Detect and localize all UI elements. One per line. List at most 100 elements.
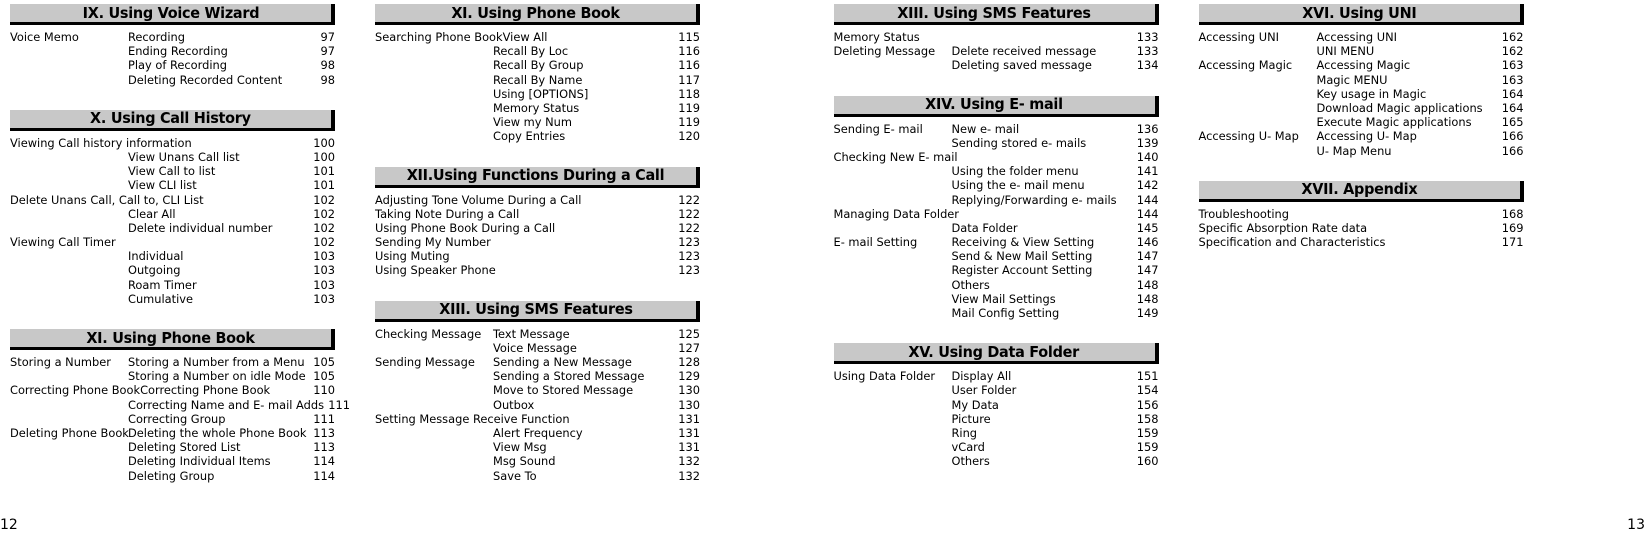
toc-entry[interactable]: Using [OPTIONS] 118 xyxy=(375,87,700,101)
toc-entry[interactable]: Data Folder 145 xyxy=(834,221,1159,235)
section-header-functions-during-call[interactable]: XII.Using Functions During a Call xyxy=(375,166,700,188)
toc-entry[interactable]: Individual 103 xyxy=(10,249,335,263)
toc-entry[interactable]: Roam Timer 103 xyxy=(10,278,335,292)
toc-entry[interactable]: Using the e- mail menu 142 xyxy=(834,178,1159,192)
toc-entry[interactable]: Checking New E- mail 140 xyxy=(834,150,1159,164)
toc-entry[interactable]: Alert Frequency 131 xyxy=(375,426,700,440)
toc-entry[interactable]: Deleting Stored List 113 xyxy=(10,440,335,454)
toc-entry[interactable]: Storing a Number Storing a Number from a … xyxy=(10,355,335,369)
toc-entry[interactable]: Deleting Message Delete received message 1… xyxy=(834,44,1159,58)
section-header-appendix[interactable]: XVII. Appendix xyxy=(1198,180,1524,202)
toc-entry[interactable]: View Call to list 101 xyxy=(10,164,335,178)
section-header-voice-wizard[interactable]: IX. Using Voice Wizard xyxy=(10,4,335,25)
toc-entry[interactable]: View Msg 131 xyxy=(375,440,700,454)
toc-entry[interactable]: Managing Data Folder 144 xyxy=(834,207,1159,221)
toc-entry[interactable]: Setting Message Receive Function 131 xyxy=(375,412,700,426)
toc-entry[interactable]: Viewing Call Timer 102 xyxy=(10,235,335,249)
toc-entry[interactable]: vCard 159 xyxy=(834,440,1159,454)
toc-entry[interactable]: Viewing Call history information 100 xyxy=(10,136,335,150)
toc-entry[interactable]: Execute Magic applications 165 xyxy=(1199,115,1524,129)
toc-entry[interactable]: Correcting Phone Book Correcting Phone Bo… xyxy=(10,383,335,397)
toc-entry[interactable]: Send & New Mail Setting 147 xyxy=(834,249,1159,263)
toc-entry[interactable]: Accessing Magic Accessing Magic 163 xyxy=(1199,58,1524,72)
toc-entry[interactable]: Deleting Group 114 xyxy=(10,469,335,483)
entry-page-number: 103 xyxy=(313,291,335,306)
toc-entry[interactable]: View Unans Call list 100 xyxy=(10,150,335,164)
toc-entry[interactable]: Ending Recording 97 xyxy=(10,44,335,58)
section-header-phone-book-right[interactable]: XI. Using Phone Book xyxy=(375,4,700,25)
toc-entry[interactable]: Key usage in Magic 164 xyxy=(1199,87,1524,101)
toc-entry[interactable]: Using Speaker Phone 123 xyxy=(375,263,700,277)
toc-entry[interactable]: Play of Recording 98 xyxy=(10,58,335,72)
section-header-data-folder[interactable]: XV. Using Data Folder xyxy=(833,343,1159,365)
toc-entry[interactable]: Specific Absorption Rate data 169 xyxy=(1199,221,1524,235)
toc-entry[interactable]: E- mail Setting Receiving & View Setting 1… xyxy=(834,235,1159,249)
toc-entry[interactable]: Others 160 xyxy=(834,454,1159,468)
toc-entry[interactable]: Using the folder menu 141 xyxy=(834,164,1159,178)
toc-entry[interactable]: Deleting Recorded Content 98 xyxy=(10,73,335,87)
toc-entry[interactable]: Others 148 xyxy=(834,278,1159,292)
toc-entry[interactable]: Recall By Loc 116 xyxy=(375,44,700,58)
toc-entry[interactable]: Deleting saved message 134 xyxy=(834,58,1159,72)
toc-entry[interactable]: Sending a Stored Message 129 xyxy=(375,369,700,383)
entry-page-number: 164 xyxy=(1501,86,1524,101)
toc-entry[interactable]: Using Phone Book During a Call 122 xyxy=(375,221,700,235)
toc-entry[interactable]: Storing a Number on idle Mode 105 xyxy=(10,369,335,383)
toc-entry[interactable]: Sending stored e- mails 139 xyxy=(834,136,1159,150)
toc-entry[interactable]: Sending My Number 123 xyxy=(375,235,700,249)
toc-entry[interactable]: User Folder 154 xyxy=(834,383,1159,397)
toc-entry[interactable]: Download Magic applications 164 xyxy=(1199,101,1524,115)
toc-entry[interactable]: Mail Config Setting 149 xyxy=(834,306,1159,320)
toc-entry[interactable]: Checking Message Text Message 125 xyxy=(375,327,700,341)
toc-entry[interactable]: UNI MENU 162 xyxy=(1199,44,1524,58)
toc-entry[interactable]: View Mail Settings 148 xyxy=(834,292,1159,306)
toc-entry[interactable]: View CLI list 101 xyxy=(10,178,335,192)
toc-entry[interactable]: Picture 158 xyxy=(834,412,1159,426)
toc-entry[interactable]: Accessing UNI Accessing UNI 162 xyxy=(1199,30,1524,44)
toc-entry[interactable]: Move to Stored Message 130 xyxy=(375,383,700,397)
toc-entry[interactable]: Sending E- mail New e- mail 136 xyxy=(834,122,1159,136)
section-header-phone-book-left[interactable]: XI. Using Phone Book xyxy=(10,329,335,350)
toc-entry[interactable]: Correcting Group 111 xyxy=(10,412,335,426)
entry-page-number: 120 xyxy=(678,129,700,144)
toc-entry[interactable]: Accessing U- Map Accessing U- Map 166 xyxy=(1199,129,1524,143)
toc-entry[interactable]: Recall By Name 117 xyxy=(375,73,700,87)
toc-entry[interactable]: Using Muting 123 xyxy=(375,249,700,263)
section-header-uni[interactable]: XVI. Using UNI xyxy=(1198,4,1524,25)
toc-entry[interactable]: Recall By Group 116 xyxy=(375,58,700,72)
toc-entry[interactable]: Save To 132 xyxy=(375,469,700,483)
section-header-email[interactable]: XIV. Using E- mail xyxy=(833,95,1159,117)
toc-entry[interactable]: Correcting Name and E- mail Adds 111 xyxy=(10,398,350,412)
toc-entry[interactable]: Cumulative 103 xyxy=(10,292,335,306)
toc-entry[interactable]: Specification and Characteristics 171 xyxy=(1199,235,1524,249)
toc-entry[interactable]: Adjusting Tone Volume During a Call 122 xyxy=(375,193,700,207)
toc-entry[interactable]: Taking Note During a Call 122 xyxy=(375,207,700,221)
toc-entry[interactable]: Outbox 130 xyxy=(375,398,700,412)
toc-entry[interactable]: Troubleshooting 168 xyxy=(1199,207,1524,221)
toc-entry[interactable]: Voice Memo Recording 97 xyxy=(10,30,335,44)
toc-entry[interactable]: Clear All 102 xyxy=(10,207,335,221)
toc-entry[interactable]: Ring 159 xyxy=(834,426,1159,440)
toc-entry[interactable]: Searching Phone Book View All 115 xyxy=(375,30,700,44)
toc-entry[interactable]: Deleting Phone Book Deleting the whole Ph… xyxy=(10,426,335,440)
toc-entry[interactable]: Copy Entries 120 xyxy=(375,129,700,143)
toc-entry[interactable]: Voice Message 127 xyxy=(375,341,700,355)
toc-entry[interactable]: Delete individual number 102 xyxy=(10,221,335,235)
toc-entry[interactable]: Using Data Folder Display All 151 xyxy=(834,369,1159,383)
toc-entry[interactable]: Replying/Forwarding e- mails 144 xyxy=(834,193,1159,207)
toc-entry[interactable]: Magic MENU 163 xyxy=(1199,73,1524,87)
toc-entry[interactable]: My Data 156 xyxy=(834,398,1159,412)
toc-entry[interactable]: U- Map Menu 166 xyxy=(1199,144,1524,158)
toc-entry[interactable]: Sending Message Sending a New Message 128 xyxy=(375,355,700,369)
toc-entry[interactable]: Outgoing 103 xyxy=(10,263,335,277)
section-header-sms-features-left[interactable]: XIII. Using SMS Features xyxy=(375,300,700,322)
section-header-sms-features-right[interactable]: XIII. Using SMS Features xyxy=(833,4,1159,25)
toc-entry[interactable]: Register Account Setting 147 xyxy=(834,263,1159,277)
toc-entry[interactable]: Msg Sound 132 xyxy=(375,454,700,468)
toc-entry[interactable]: Memory Status 133 xyxy=(834,30,1159,44)
toc-entry[interactable]: View my Num 119 xyxy=(375,115,700,129)
toc-entry[interactable]: Memory Status 119 xyxy=(375,101,700,115)
section-header-call-history[interactable]: X. Using Call History xyxy=(10,109,335,131)
toc-entry[interactable]: Delete Unans Call, Call to, CLI List 102 xyxy=(10,193,335,207)
toc-entry[interactable]: Deleting Individual Items 114 xyxy=(10,454,335,468)
